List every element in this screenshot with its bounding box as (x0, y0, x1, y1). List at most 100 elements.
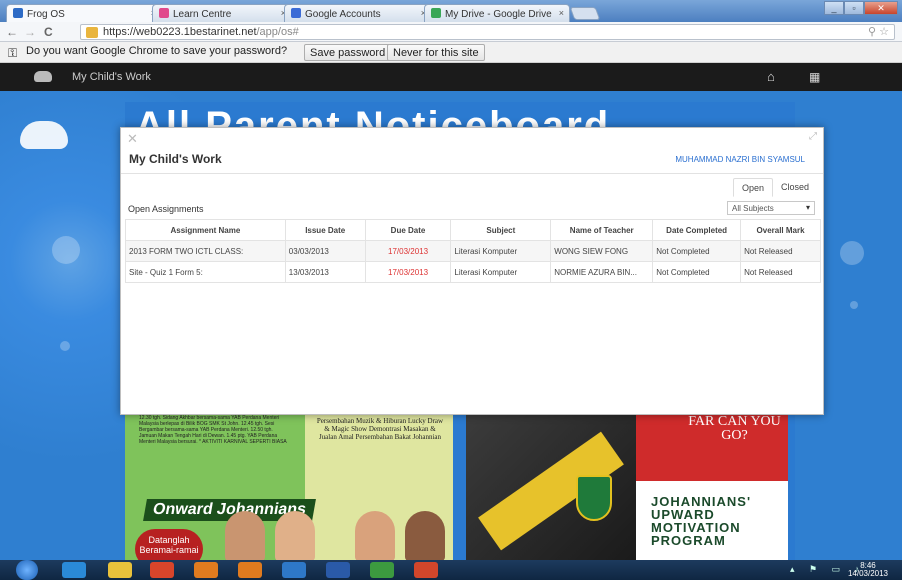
person-photo (225, 511, 265, 561)
tab-label: Learn Centre (173, 9, 232, 20)
learn-centre-favicon-icon (159, 8, 169, 18)
cell-assignment-name[interactable]: 2013 FORM TWO ICTL CLASS: (125, 240, 286, 262)
subject-filter-select[interactable]: All Subjects ▾ (727, 201, 815, 215)
bubble (840, 241, 864, 265)
close-icon[interactable]: ✕ (127, 131, 138, 147)
excel-icon[interactable] (370, 562, 394, 578)
firefox-icon[interactable] (238, 562, 262, 578)
carnival-poster[interactable]: 12.30 tgh. Sidang Akhbar bersama-sama YA… (125, 411, 453, 569)
new-tab-button[interactable] (569, 7, 601, 20)
col-assignment-name[interactable]: Assignment Name (125, 219, 286, 241)
table-row[interactable]: 2013 FORM TWO ICTL CLASS: 03/03/2013 17/… (125, 240, 821, 262)
site-info-icon[interactable] (86, 27, 98, 38)
tab-label: My Drive - Google Drive (445, 9, 552, 20)
cell-assignment-name[interactable]: Site - Quiz 1 Form 5: (125, 261, 286, 283)
frog-favicon-icon (13, 8, 23, 18)
col-teacher[interactable]: Name of Teacher (550, 219, 654, 241)
tab-google-drive[interactable]: My Drive - Google Drive × (424, 4, 570, 22)
address-toolbar: ← → C https://web0223.1bestarinet.net/ap… (0, 22, 902, 42)
tab-close-icon[interactable]: × (559, 8, 564, 18)
forward-icon[interactable]: → (24, 25, 36, 39)
cell-due-date: 17/03/2013 (364, 240, 452, 262)
explorer-icon[interactable] (108, 562, 132, 578)
col-overall-mark[interactable]: Overall Mark (740, 219, 821, 241)
close-window-button[interactable]: ✕ (864, 1, 898, 15)
bookmark-star-icon[interactable]: ⚲ ☆ (868, 25, 889, 38)
apps-icon[interactable]: ▦ (809, 70, 820, 84)
infobar-message: Do you want Google Chrome to save your p… (26, 45, 288, 57)
cell-subject: Literasi Komputer (450, 261, 552, 283)
chrome-icon[interactable] (194, 562, 218, 578)
ie-icon[interactable] (62, 562, 86, 578)
poster-schedule: 12.30 tgh. Sidang Akhbar bersama-sama YA… (139, 415, 287, 445)
tab-google-accounts[interactable]: Google Accounts × (284, 4, 432, 22)
window-title: My Child's Work (129, 152, 222, 166)
person-photo (405, 511, 445, 561)
bubble (60, 341, 70, 351)
poster-question: FAR CAN YOU GO? (688, 414, 781, 443)
tab-learn-centre[interactable]: Learn Centre × (152, 4, 292, 22)
cell-overall-mark: Not Released (740, 240, 821, 262)
start-button[interactable] (16, 560, 38, 580)
drive-favicon-icon (431, 8, 441, 18)
network-icon[interactable] (282, 562, 306, 578)
cell-date-completed: Not Completed (652, 261, 742, 283)
my-childs-work-window: ✕ ⤢ My Child's Work MUHAMMAD NAZRI BIN S… (120, 127, 824, 415)
tab-frog-os[interactable]: Frog OS × (6, 4, 162, 22)
col-subject[interactable]: Subject (450, 219, 552, 241)
powerpoint-icon[interactable] (414, 562, 438, 578)
never-for-this-site-button[interactable]: Never for this site (387, 44, 485, 61)
maximize-button[interactable]: ▫ (844, 1, 864, 15)
table-row[interactable]: Site - Quiz 1 Form 5: 13/03/2013 17/03/2… (125, 261, 821, 283)
cell-issue-date: 13/03/2013 (284, 261, 366, 283)
person-photo (355, 511, 395, 561)
cell-subject: Literasi Komputer (450, 240, 552, 262)
table-header-row: Assignment Name Issue Date Due Date Subj… (125, 219, 821, 241)
divider (121, 173, 823, 174)
col-due-date[interactable]: Due Date (364, 219, 452, 241)
key-icon: ⚿ (8, 46, 18, 60)
frog-logo-icon[interactable] (34, 71, 52, 82)
save-password-infobar: ⚿ Do you want Google Chrome to save your… (0, 42, 902, 63)
expand-icon[interactable]: ⤢ (809, 131, 817, 142)
child-name-link[interactable]: MUHAMMAD NAZRI BIN SYAMSUL (675, 155, 805, 164)
assignment-tabs: Open Closed (732, 178, 817, 197)
clock-date: 14/03/2013 (847, 569, 888, 578)
url-path: /app/os# (256, 26, 299, 38)
bubble (850, 301, 858, 309)
tab-label: Google Accounts (305, 9, 381, 20)
windows-taskbar: ▴ ⚑ ▭ ♪ 8:46 14/03/2013 (0, 560, 902, 580)
google-accounts-favicon-icon (291, 8, 301, 18)
frog-top-nav: My Child's Work ⌂ ▦ (0, 63, 902, 91)
save-password-button[interactable]: Save password (304, 44, 392, 61)
frog-mascot-icon (20, 121, 68, 149)
chevron-down-icon: ▾ (805, 203, 810, 212)
cell-date-completed: Not Completed (652, 240, 742, 262)
section-label: Open Assignments (128, 204, 204, 214)
assignments-table: Assignment Name Issue Date Due Date Subj… (125, 219, 821, 283)
poster-activities: Persembahan Muzik & Hiburan Lucky Draw &… (316, 417, 444, 441)
system-clock[interactable]: 8:46 14/03/2013 (848, 562, 888, 578)
col-date-completed[interactable]: Date Completed (652, 219, 742, 241)
jump-poster[interactable]: FAR CAN YOU GO? JOHANNIANS' UPWARD MOTIV… (466, 411, 788, 561)
tab-closed[interactable]: Closed (773, 178, 817, 197)
subject-filter-value: All Subjects (732, 204, 774, 213)
col-issue-date[interactable]: Issue Date (284, 219, 366, 241)
browser-tab-strip: Frog OS × Learn Centre × Google Accounts… (0, 0, 902, 22)
tab-label: Frog OS (27, 9, 65, 20)
url-host: https://web0223.1bestarinet.net (103, 26, 257, 38)
minimize-button[interactable]: _ (824, 1, 844, 15)
cell-teacher: NORMIE AZURA BIN... (550, 261, 654, 283)
poster-acronym: JOHANNIANS' UPWARD MOTIVATION PROGRAM (651, 494, 752, 548)
person-photo (275, 511, 315, 561)
url-bar[interactable]: https://web0223.1bestarinet.net/app/os# … (80, 24, 895, 40)
reload-icon[interactable]: C (44, 25, 53, 39)
cell-overall-mark: Not Released (740, 261, 821, 283)
home-icon[interactable]: ⌂ (767, 69, 775, 84)
media-player-icon[interactable] (150, 562, 174, 578)
back-icon[interactable]: ← (6, 25, 18, 39)
bubble (52, 236, 80, 264)
word-icon[interactable] (326, 562, 350, 578)
tab-open[interactable]: Open (732, 178, 773, 197)
window-controls: _ ▫ ✕ (824, 1, 898, 15)
